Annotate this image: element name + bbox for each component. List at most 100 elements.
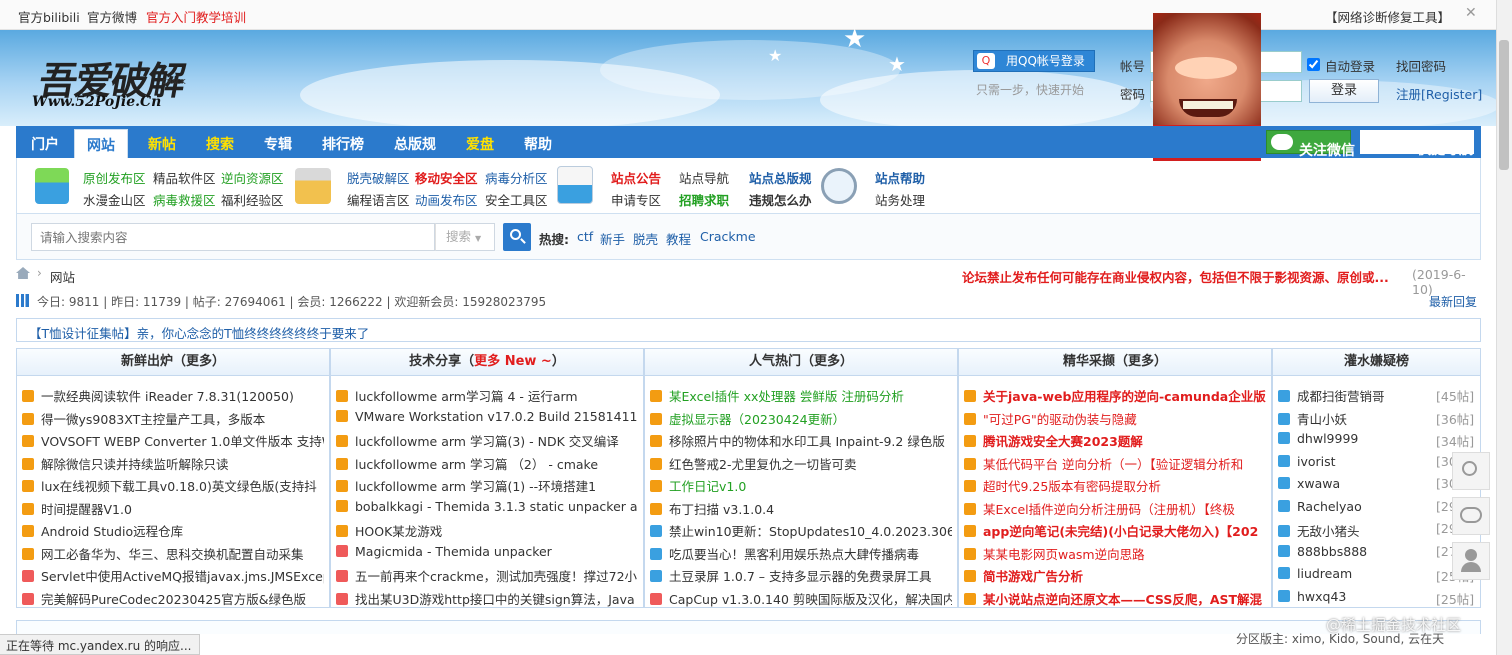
subnav-affairs[interactable]: 站务处理	[875, 190, 925, 209]
subnav-mobile[interactable]: 移动安全区	[415, 168, 478, 187]
fresh-thread-item[interactable]: VOVSOFT WEBP Converter 1.0单文件版本 支持W	[22, 431, 324, 451]
subnav-apply[interactable]: 申请专区	[611, 190, 661, 209]
hot-search-item[interactable]: Crackme	[700, 229, 756, 244]
tech-thread-item[interactable]: luckfollowme arm 学习篇 （2） - cmake	[336, 454, 638, 474]
notice-link[interactable]: 【T恤设计征集帖】亲，你心念念的T恤终终终终终终于要来了	[29, 323, 369, 342]
fresh-thread-item[interactable]: 得一微ys9083XT主控量产工具，多版本	[22, 409, 324, 429]
side-search-button[interactable]	[1452, 452, 1490, 490]
hot-thread-item[interactable]: 某Excel插件 xx处理器 尝鲜版 注册码分析	[650, 386, 952, 406]
nav-search[interactable]: 搜索	[206, 134, 234, 154]
hot-search-item[interactable]: ctf	[577, 229, 593, 244]
hot-thread-item[interactable]: 禁止win10更新：StopUpdates10_4.0.2023.306	[650, 521, 952, 541]
site-logo[interactable]: 吾爱破解 CRACK Www.52PoJie.Cn	[30, 48, 220, 128]
tech-thread-item[interactable]: HOOK某龙游戏	[336, 521, 638, 541]
hot-thread-item[interactable]: 土豆录屏 1.0.7 – 支持多显示器的免费录屏工具	[650, 566, 952, 586]
essence-thread-item[interactable]: 某Excel插件逆向分析注册码（注册机）【终极	[964, 499, 1266, 519]
water-user-item[interactable]: liudream[25帖]	[1278, 566, 1474, 586]
tech-thread-item[interactable]: bobalkkagi - Themida 3.1.3 static unpack…	[336, 499, 638, 519]
tech-thread-item[interactable]: Magicmida - Themida unpacker	[336, 544, 638, 564]
essence-thread-item[interactable]: 简书游戏广告分析	[964, 566, 1266, 586]
breadcrumb-site[interactable]: 网站	[50, 267, 75, 286]
water-user-item[interactable]: 青山小妖 [36帖]	[1278, 409, 1474, 429]
column-header-hot[interactable]: 人气热门（更多）	[644, 348, 958, 376]
hot-thread-item[interactable]: 虚拟显示器（20230424更新）	[650, 409, 952, 429]
announcement-link[interactable]: 论坛禁止发布任何可能存在商业侵权内容，包括但不限于影视资源、原创或...	[962, 267, 1394, 286]
fresh-thread-item[interactable]: 一款经典阅读软件 iReader 7.8.31(120050)	[22, 386, 324, 406]
nav-portal[interactable]: 门户	[31, 134, 59, 154]
nav-aipan[interactable]: 爱盘	[466, 134, 494, 154]
column-header-tech[interactable]: 技术分享（更多 New ~）	[330, 348, 644, 376]
login-button[interactable]: 登录	[1309, 79, 1379, 103]
essence-thread-item[interactable]: 某小说站点逆向还原文本——CSS反爬，AST解混	[964, 589, 1266, 609]
hot-thread-item[interactable]: 红色警戒2-尤里复仇之一切皆可卖	[650, 454, 952, 474]
subnav-jobs[interactable]: 招聘求职	[679, 190, 729, 209]
subnav-programming[interactable]: 编程语言区	[347, 190, 410, 209]
fresh-thread-item[interactable]: lux在线视频下载工具v0.18.0)英文绿色版(支持抖	[22, 476, 324, 496]
tech-thread-item[interactable]: 五一前再来个crackme，测试加壳强度！撑过72小	[336, 566, 638, 586]
hot-thread-item[interactable]: CapCup v1.3.0.140 剪映国际版及汉化，解决国内	[650, 589, 952, 609]
hot-thread-item[interactable]: 移除照片中的物体和水印工具 Inpaint-9.2 绿色版	[650, 431, 952, 451]
subnav-announcements[interactable]: 站点公告	[611, 168, 661, 187]
subnav-unpack[interactable]: 脱壳破解区	[347, 168, 410, 187]
wechat-follow-button[interactable]: 关注微信	[1266, 130, 1355, 159]
fresh-thread-item[interactable]: Android Studio远程仓库	[22, 521, 324, 541]
water-user-item[interactable]: ivorist [30	[1278, 454, 1474, 474]
subnav-water[interactable]: 水漫金山区	[83, 190, 146, 209]
nav-rankings[interactable]: 排行榜	[322, 134, 364, 154]
fresh-thread-item[interactable]: 网工必备华为、华三、思科交换机配置自动采集	[22, 544, 324, 564]
essence-thread-item[interactable]: 超时代9.25版本有密码提取分析	[964, 476, 1266, 496]
essence-thread-item[interactable]: 关于java-web应用程序的逆向-camunda企业版	[964, 386, 1266, 406]
hot-thread-item[interactable]: 吃瓜要当心！黑客利用娱乐热点大肆传播病毒	[650, 544, 952, 564]
subnav-virus-analysis[interactable]: 病毒分析区	[485, 168, 548, 187]
subnav-virus-rescue[interactable]: 病毒救援区	[153, 190, 216, 209]
search-type-select[interactable]: 搜索 ▼	[435, 223, 495, 251]
essence-thread-item[interactable]: app逆向笔记(未完结)(小白记录大佬勿入)【202	[964, 521, 1266, 541]
hot-thread-item[interactable]: 布丁扫描 v3.1.0.4	[650, 499, 952, 519]
water-user-item[interactable]: dhwl9999 [34帖]	[1278, 431, 1474, 451]
water-user-item[interactable]: Rachelyao [29	[1278, 499, 1474, 519]
fresh-thread-item[interactable]: 完美解码PureCodec20230425官方版&绿色版	[22, 589, 324, 609]
tech-thread-item[interactable]: luckfollowme arm 学习篇(3) - NDK 交叉编译	[336, 431, 638, 451]
training-link[interactable]: 官方入门教学培训	[146, 7, 246, 26]
subnav-help[interactable]: 站点帮助	[875, 168, 925, 187]
search-input[interactable]	[31, 223, 435, 251]
fresh-thread-item[interactable]: Servlet中使用ActiveMQ报错javax.jms.JMSExcepti	[22, 566, 324, 586]
hot-thread-item[interactable]: 工作日记v1.0	[650, 476, 952, 496]
subnav-quality[interactable]: 精品软件区	[153, 168, 216, 187]
fresh-thread-item[interactable]: 时间提醒器V1.0	[22, 499, 324, 519]
subnav-original[interactable]: 原创发布区	[83, 168, 146, 187]
hot-search-item[interactable]: 新手	[600, 229, 625, 248]
nav-new-posts[interactable]: 新帖	[148, 134, 176, 154]
essence-thread-item[interactable]: 腾讯游戏安全大赛2023题解	[964, 431, 1266, 451]
column-header-fresh[interactable]: 新鲜出炉（更多）	[16, 348, 330, 376]
network-repair-link[interactable]: 【网络诊断修复工具】	[1325, 7, 1450, 26]
nav-help[interactable]: 帮助	[524, 134, 552, 154]
nav-rules[interactable]: 总版规	[394, 134, 436, 154]
essence-thread-item[interactable]: 某低代码平台 逆向分析（一）【验证逻辑分析和	[964, 454, 1266, 474]
tech-thread-item[interactable]: luckfollowme arm 学习篇(1) --环境搭建1	[336, 476, 638, 496]
nav-site[interactable]: 网站	[74, 129, 128, 158]
tech-thread-item[interactable]: VMware Workstation v17.0.2 Build 2158141…	[336, 409, 638, 429]
scrollbar-thumb[interactable]	[1499, 40, 1509, 170]
close-icon[interactable]: ✕	[1465, 5, 1477, 21]
tech-thread-item[interactable]: 找出某U3D游戏http接口中的关键sign算法，Java	[336, 589, 638, 609]
find-password-link[interactable]: 找回密码	[1396, 56, 1446, 75]
column-header-water[interactable]: 灌水嫌疑榜	[1272, 348, 1481, 376]
essence-thread-item[interactable]: "可过PG"的驱动伪装与隐藏	[964, 409, 1266, 429]
subnav-violation[interactable]: 违规怎么办	[749, 190, 812, 209]
hot-search-item[interactable]: 教程	[666, 229, 691, 248]
qq-login-button[interactable]: Q 用QQ帐号登录	[973, 50, 1095, 72]
home-icon[interactable]	[16, 267, 30, 279]
column-header-essence[interactable]: 精华采撷（更多）	[958, 348, 1272, 376]
subnav-tools[interactable]: 安全工具区	[485, 190, 548, 209]
fresh-thread-item[interactable]: 解除微信只读并持续监听解除只读	[22, 454, 324, 474]
quick-nav-dropdown[interactable]: 快捷导航 ▼	[1360, 130, 1474, 158]
essence-thread-item[interactable]: 某某电影网页wasm逆向思路	[964, 544, 1266, 564]
hot-search-item[interactable]: 脱壳	[633, 229, 658, 248]
subnav-rules[interactable]: 站点总版规	[749, 168, 812, 187]
side-service-button[interactable]	[1452, 542, 1490, 580]
weibo-link[interactable]: 官方微博	[87, 7, 137, 26]
register-link[interactable]: 注册[Register]	[1396, 84, 1482, 103]
subnav-animation[interactable]: 动画发布区	[415, 190, 478, 209]
search-button[interactable]	[503, 223, 531, 251]
